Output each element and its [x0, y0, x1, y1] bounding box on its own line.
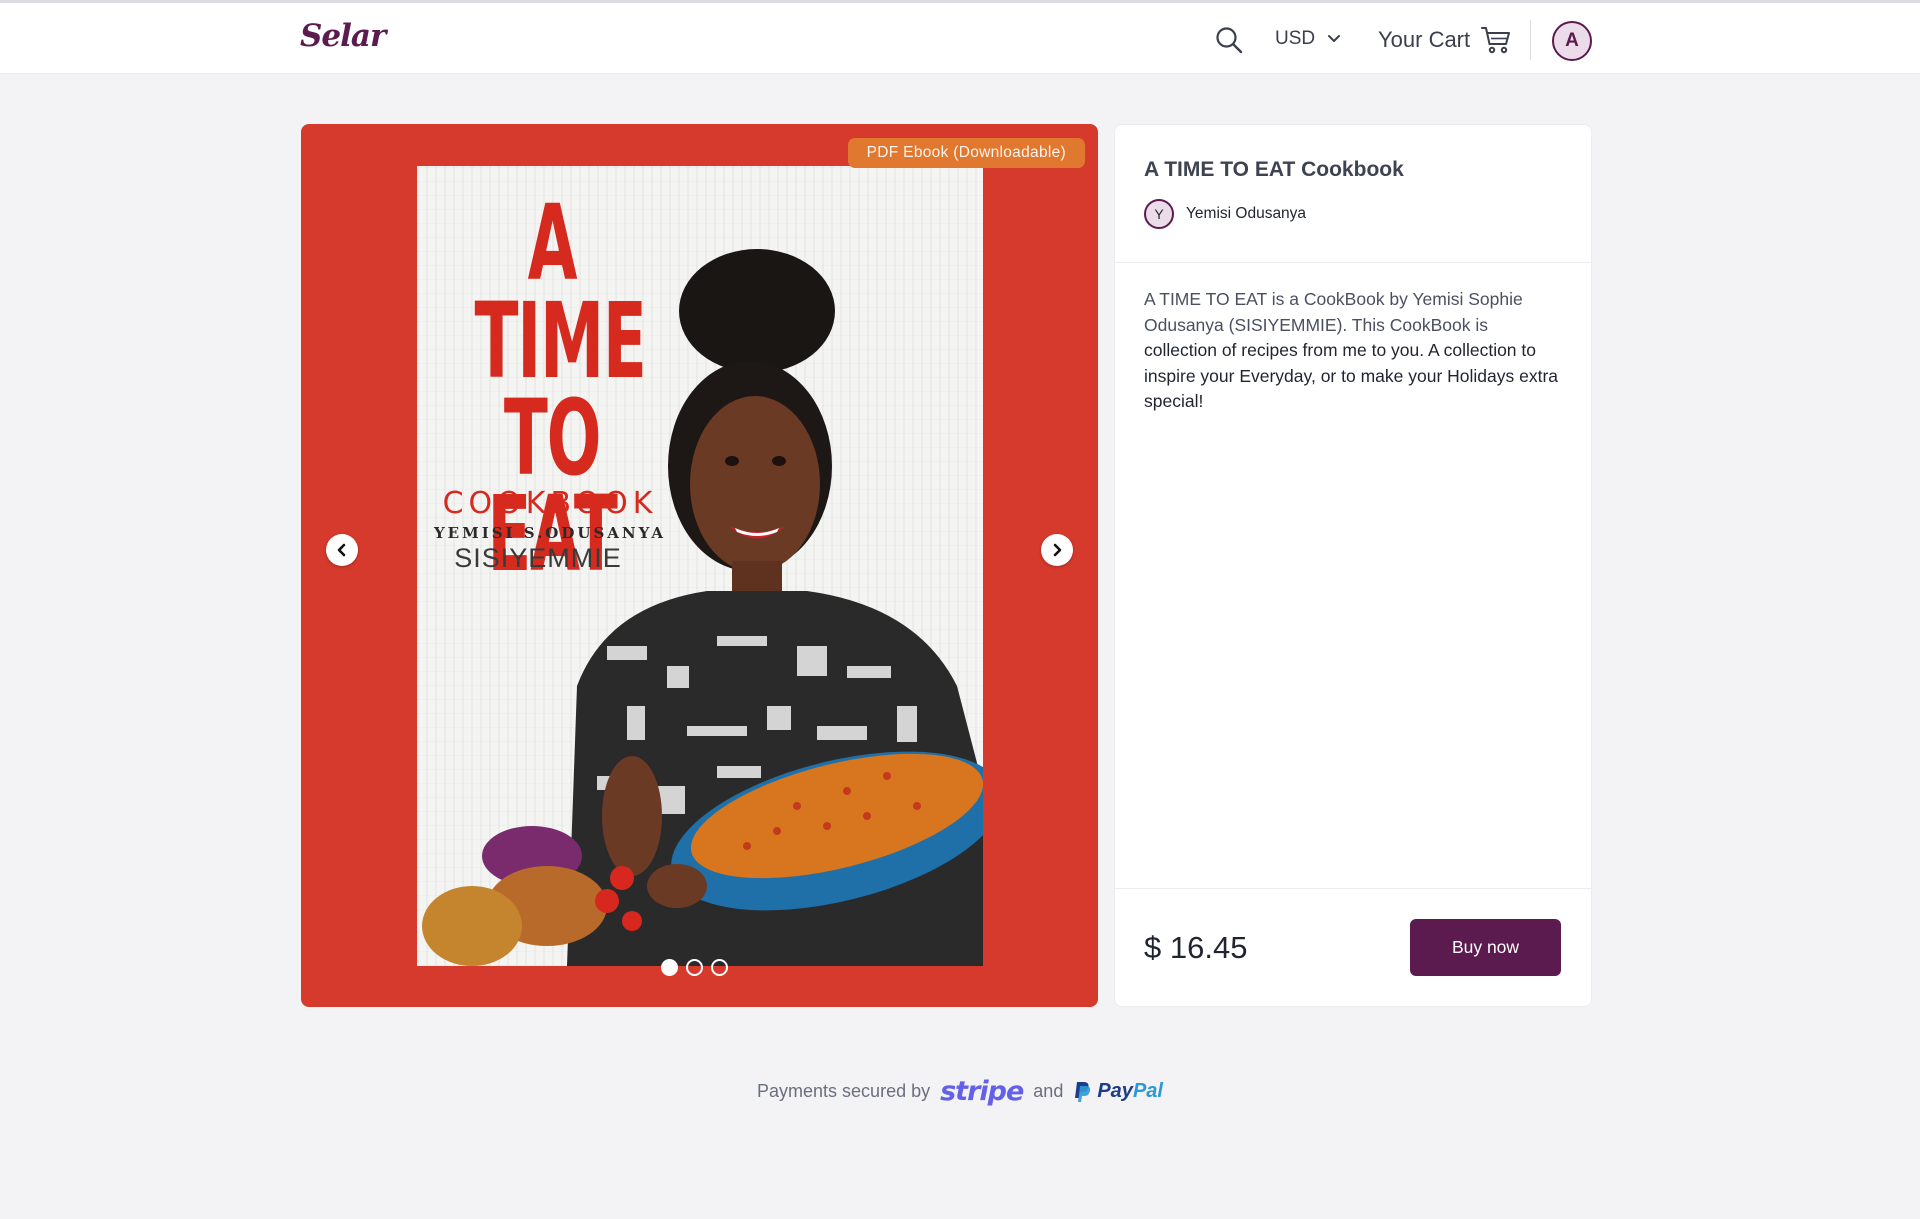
cart-label: Your Cart [1378, 27, 1471, 52]
description-text: collection of recipes from me to you. A … [1144, 340, 1559, 411]
product-type-badge: PDF Ebook (Downloadable) [847, 138, 1085, 168]
product-details-panel: A TIME TO EAT Cookbook Y Yemisi Odusanya… [1114, 124, 1592, 1007]
product-description: A TIME TO EAT is a CookBook by Yemisi So… [1115, 263, 1591, 415]
payments-text: Payments secured by [757, 1081, 931, 1101]
cover-subtitle: COOKBOOK [442, 486, 658, 521]
product-cover-image: A TIME TO EAT COOKBOOK YEMISI S.ODUSANYA… [417, 166, 983, 966]
product-title: A TIME TO EAT Cookbook [1144, 158, 1404, 181]
description-text: A TIME TO EAT is a CookBook by Yemisi So… [1144, 289, 1523, 335]
cover-title-line: A [527, 182, 578, 304]
header-divider [1530, 20, 1531, 60]
currency-selector[interactable]: USD [1275, 28, 1341, 50]
author-name: Yemisi Odusanya [1186, 205, 1307, 222]
site-header: Selar USD Your Cart A [0, 3, 1920, 74]
search-icon[interactable] [1214, 25, 1244, 55]
buy-now-button[interactable]: Buy now [1410, 919, 1561, 976]
product-price: $ 16.45 [1144, 929, 1248, 965]
payments-footer: Payments secured by stripe and Pay Pal [0, 1076, 1920, 1107]
carousel-dot[interactable] [686, 959, 703, 976]
paypal-wordmark-pay: Pay [1097, 1080, 1133, 1102]
chevron-left-icon [337, 543, 346, 557]
carousel-indicators [661, 959, 728, 976]
carousel-dot[interactable] [661, 959, 678, 976]
cover-brand: SISIYEMMIE [454, 543, 622, 573]
user-avatar[interactable]: A [1552, 21, 1592, 61]
carousel-prev-button[interactable] [326, 534, 358, 566]
product-gallery: A TIME TO EAT COOKBOOK YEMISI S.ODUSANYA… [301, 124, 1098, 1007]
stripe-logo: stripe [940, 1076, 1024, 1107]
cover-author: YEMISI S.ODUSANYA [433, 524, 667, 542]
cart-button[interactable]: Your Cart [1378, 25, 1512, 55]
paypal-logo: Pay Pal [1073, 1080, 1163, 1103]
chevron-down-icon [1328, 35, 1341, 42]
carousel-next-button[interactable] [1041, 534, 1073, 566]
product-header: A TIME TO EAT Cookbook Y Yemisi Odusanya [1115, 125, 1591, 263]
selar-logo[interactable]: Selar [300, 18, 386, 54]
cart-icon [1481, 27, 1511, 54]
currency-value: USD [1275, 28, 1316, 49]
purchase-bar: $ 16.45 Buy now [1115, 888, 1591, 1006]
chevron-right-icon [1053, 543, 1062, 557]
product-author[interactable]: Y Yemisi Odusanya [1144, 199, 1562, 229]
author-avatar: Y [1144, 199, 1174, 229]
payments-and: and [1033, 1081, 1064, 1101]
cover-title-line: TIME [474, 279, 647, 402]
paypal-wordmark-pal: Pal [1132, 1080, 1163, 1102]
carousel-dot[interactable] [711, 959, 728, 976]
paypal-icon [1075, 1081, 1091, 1102]
